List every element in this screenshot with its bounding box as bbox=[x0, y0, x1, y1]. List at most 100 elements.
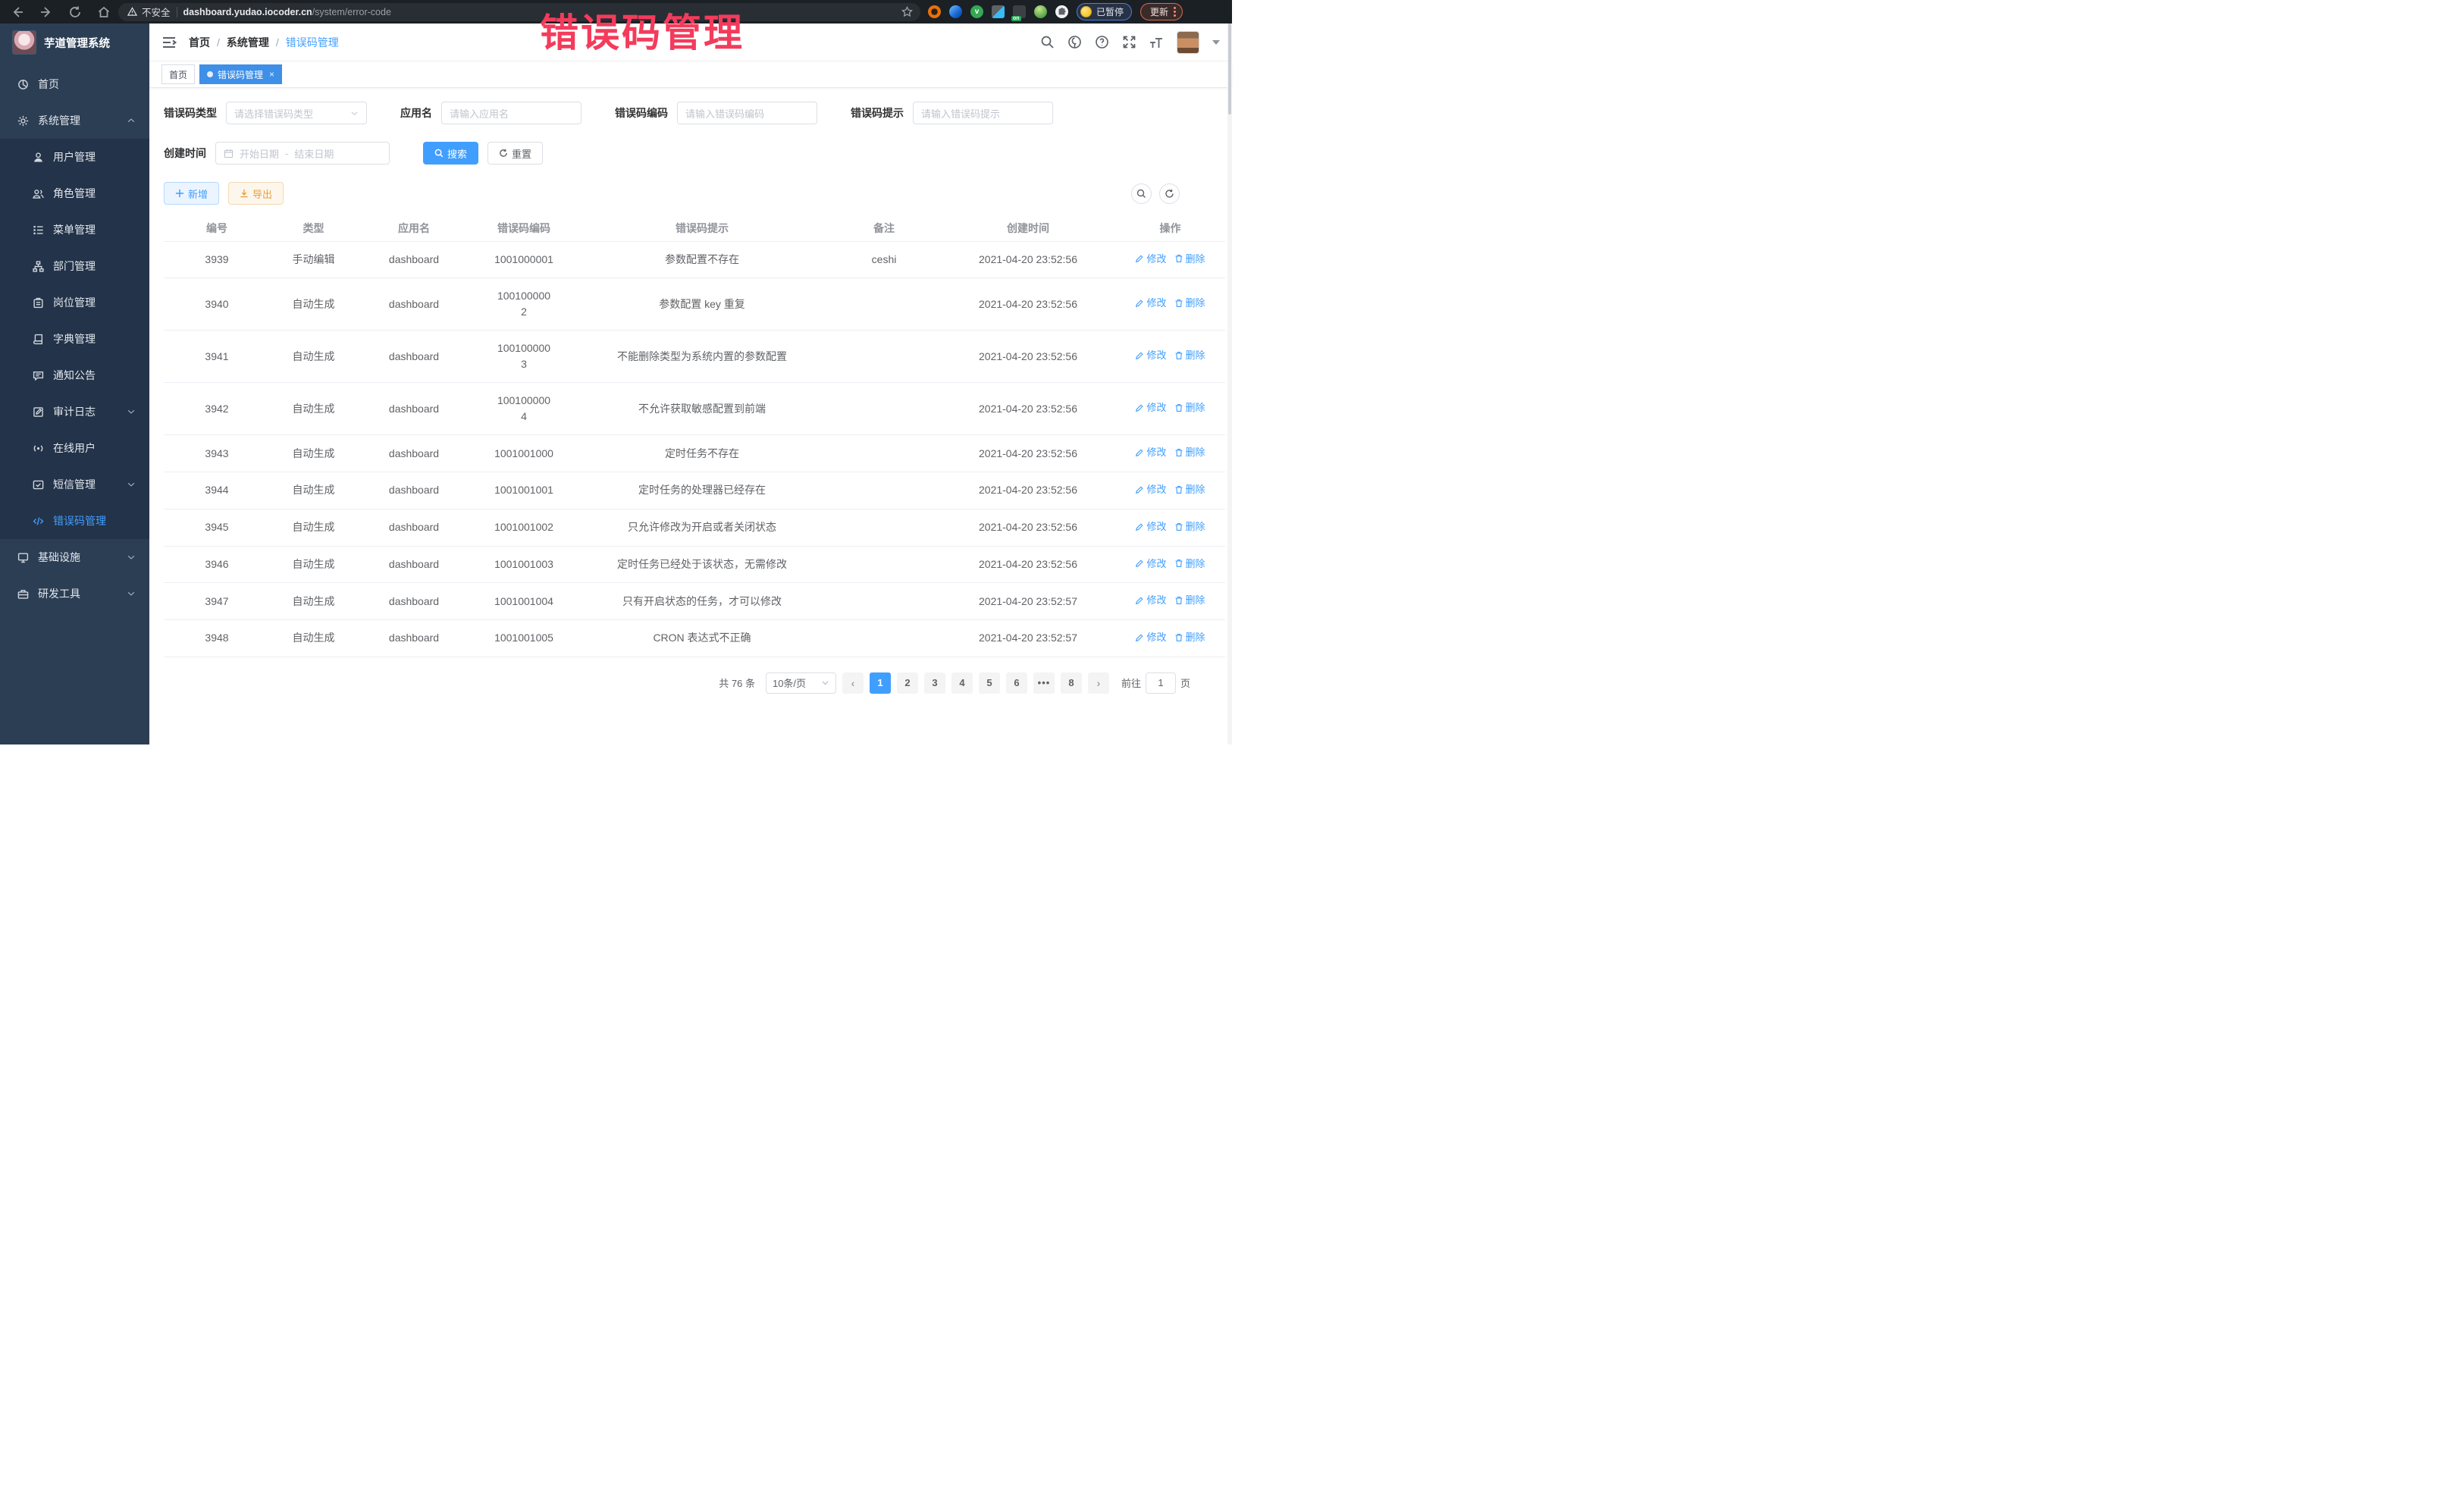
delete-link[interactable]: 删除 bbox=[1174, 519, 1205, 534]
chevron-up-icon bbox=[127, 116, 136, 125]
refresh-table-button[interactable] bbox=[1159, 183, 1180, 204]
sidebar-item-system-management[interactable]: 系统管理 bbox=[0, 102, 149, 139]
address-bar[interactable]: 不安全 dashboard.yudao.iocoder.cn/system/er… bbox=[118, 3, 920, 21]
edit-link[interactable]: 修改 bbox=[1135, 519, 1166, 534]
back-icon[interactable] bbox=[11, 5, 24, 19]
delete-link[interactable]: 删除 bbox=[1174, 482, 1205, 497]
bookmark-star-icon[interactable] bbox=[901, 6, 913, 17]
reset-button[interactable]: 重置 bbox=[487, 142, 543, 165]
page-scrollbar[interactable] bbox=[1227, 24, 1232, 744]
tab-error-code[interactable]: 错误码管理 × bbox=[199, 64, 282, 84]
page-size-select[interactable]: 10条/页 bbox=[766, 672, 836, 694]
sidebar-item-error-code-management[interactable]: 错误码管理 bbox=[0, 503, 149, 539]
breadcrumb-system[interactable]: 系统管理 bbox=[227, 35, 269, 50]
next-page-button[interactable]: › bbox=[1088, 672, 1109, 694]
sidebar-logo[interactable]: 芋道管理系统 bbox=[0, 24, 149, 61]
font-size-icon[interactable] bbox=[1149, 35, 1164, 49]
add-button[interactable]: 新增 bbox=[164, 182, 219, 205]
page-button-2[interactable]: 2 bbox=[897, 672, 918, 694]
delete-link[interactable]: 删除 bbox=[1174, 556, 1205, 572]
page-button-5[interactable]: 5 bbox=[979, 672, 1000, 694]
goto-page-input[interactable] bbox=[1146, 672, 1176, 694]
edit-link[interactable]: 修改 bbox=[1135, 348, 1166, 363]
delete-link[interactable]: 删除 bbox=[1174, 348, 1205, 363]
sidebar-item-dict-management[interactable]: 字典管理 bbox=[0, 321, 149, 357]
breadcrumb-home[interactable]: 首页 bbox=[189, 35, 210, 50]
sidebar-item-sms-management[interactable]: 短信管理 bbox=[0, 466, 149, 503]
table-cell: 自动生成 bbox=[270, 472, 357, 509]
tab-close-icon[interactable]: × bbox=[269, 69, 274, 80]
toggle-search-button[interactable] bbox=[1131, 183, 1152, 204]
browser-update-button[interactable]: 更新 bbox=[1140, 3, 1183, 20]
sidebar-item-post-management[interactable]: 岗位管理 bbox=[0, 284, 149, 321]
sidebar-item-dept-management[interactable]: 部门管理 bbox=[0, 248, 149, 284]
date-range-picker[interactable]: 开始日期 - 结束日期 bbox=[215, 142, 390, 165]
export-button[interactable]: 导出 bbox=[228, 182, 284, 205]
puzzle-extensions-icon[interactable] bbox=[1055, 5, 1068, 18]
error-code-type-select[interactable]: 请选择错误码类型 bbox=[226, 102, 367, 124]
page-button-1[interactable]: 1 bbox=[870, 672, 891, 694]
sidebar-item-role-management[interactable]: 角色管理 bbox=[0, 175, 149, 212]
error-hint-input[interactable]: 请输入错误码提示 bbox=[913, 102, 1053, 124]
github-icon[interactable] bbox=[1067, 35, 1082, 49]
sidebar-item-user-management[interactable]: 用户管理 bbox=[0, 139, 149, 175]
user-avatar[interactable] bbox=[1177, 31, 1199, 54]
page-button-8[interactable]: 8 bbox=[1061, 672, 1082, 694]
home-icon[interactable] bbox=[97, 5, 111, 19]
sidebar-item-audit-log[interactable]: 审计日志 bbox=[0, 393, 149, 430]
delete-link[interactable]: 删除 bbox=[1174, 252, 1205, 267]
extension-tampermonkey-icon[interactable]: on bbox=[1013, 5, 1026, 18]
edit-link[interactable]: 修改 bbox=[1135, 296, 1166, 311]
kebab-menu-icon[interactable] bbox=[1174, 7, 1176, 17]
edit-link[interactable]: 修改 bbox=[1135, 593, 1166, 608]
search-button[interactable]: 搜索 bbox=[423, 142, 478, 165]
edit-link[interactable]: 修改 bbox=[1135, 400, 1166, 415]
delete-icon bbox=[1174, 448, 1183, 457]
edit-link[interactable]: 修改 bbox=[1135, 445, 1166, 460]
delete-link[interactable]: 删除 bbox=[1174, 445, 1205, 460]
table-cell: 自动生成 bbox=[270, 509, 357, 546]
extension-green-icon[interactable]: v bbox=[970, 5, 983, 18]
app-name-input[interactable]: 请输入应用名 bbox=[441, 102, 582, 124]
sidebar-item-infrastructure[interactable]: 基础设施 bbox=[0, 539, 149, 575]
sidebar-item-dev-tools[interactable]: 研发工具 bbox=[0, 575, 149, 612]
scrollbar-thumb[interactable] bbox=[1228, 24, 1231, 114]
sidebar-item-online-users[interactable]: 在线用户 bbox=[0, 430, 149, 466]
fullscreen-icon[interactable] bbox=[1122, 35, 1136, 49]
delete-link[interactable]: 删除 bbox=[1174, 630, 1205, 645]
extension-gem-icon[interactable] bbox=[949, 5, 962, 18]
delete-link[interactable]: 删除 bbox=[1174, 593, 1205, 608]
page-button-3[interactable]: 3 bbox=[924, 672, 945, 694]
reload-icon[interactable] bbox=[68, 5, 82, 19]
sidebar-item-notice-announcement[interactable]: 通知公告 bbox=[0, 357, 149, 393]
extension-key-icon[interactable] bbox=[1034, 5, 1047, 18]
edit-link[interactable]: 修改 bbox=[1135, 482, 1166, 497]
tab-home[interactable]: 首页 bbox=[161, 64, 195, 84]
edit-link[interactable]: 修改 bbox=[1135, 252, 1166, 267]
avatar-caret-icon[interactable] bbox=[1212, 40, 1220, 45]
pagination-more[interactable]: ••• bbox=[1033, 672, 1055, 694]
table-row: 3943自动生成dashboard1001001000定时任务不存在2021-0… bbox=[164, 435, 1225, 472]
url-text[interactable]: dashboard.yudao.iocoder.cn/system/error-… bbox=[183, 7, 895, 17]
export-button-label: 导出 bbox=[252, 187, 272, 201]
help-icon[interactable] bbox=[1095, 35, 1109, 49]
hamburger-icon[interactable] bbox=[161, 35, 177, 50]
delete-link[interactable]: 删除 bbox=[1174, 296, 1205, 311]
error-code-input[interactable]: 请输入错误码编码 bbox=[677, 102, 817, 124]
extension-orange-icon[interactable] bbox=[928, 5, 941, 18]
forward-icon[interactable] bbox=[39, 5, 53, 19]
sidebar-item-menu-management[interactable]: 菜单管理 bbox=[0, 212, 149, 248]
edit-link[interactable]: 修改 bbox=[1135, 630, 1166, 645]
extension-grid-icon[interactable] bbox=[992, 5, 1005, 18]
delete-link[interactable]: 删除 bbox=[1174, 400, 1205, 415]
page-button-6[interactable]: 6 bbox=[1006, 672, 1027, 694]
page-button-4[interactable]: 4 bbox=[951, 672, 973, 694]
header-search-icon[interactable] bbox=[1040, 35, 1055, 49]
profile-paused-pill[interactable]: 已暂停 bbox=[1077, 3, 1132, 20]
security-status[interactable]: 不安全 bbox=[127, 5, 171, 19]
profile-emoji-icon bbox=[1080, 6, 1092, 17]
table-row: 3947自动生成dashboard1001001004只有开启状态的任务，才可以… bbox=[164, 583, 1225, 620]
prev-page-button[interactable]: ‹ bbox=[842, 672, 864, 694]
sidebar-item-home[interactable]: 首页 bbox=[0, 66, 149, 102]
edit-link[interactable]: 修改 bbox=[1135, 556, 1166, 572]
